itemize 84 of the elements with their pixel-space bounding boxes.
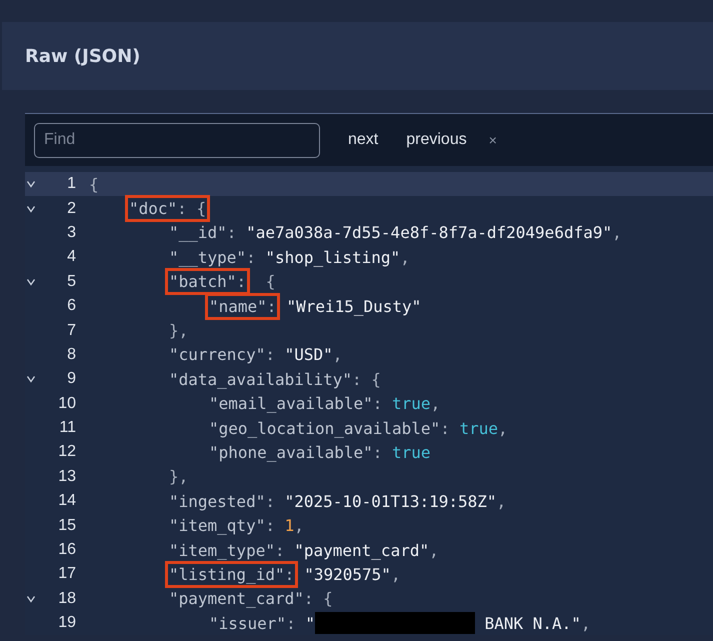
json-punctuation: { [264,272,276,292]
json-value: "shop_listing" [265,248,400,267]
json-key: "email_available" [209,394,373,414]
json-punctuation: }, [169,321,188,340]
chevron-down-icon[interactable] [26,204,36,213]
json-key: "item_type" [169,540,275,560]
json-punctuation: : { [304,589,333,608]
json-punctuation: , [332,345,342,364]
json-punctuation: : [265,345,276,364]
line-number: 4 [66,248,76,266]
json-punctuation: : [226,223,238,242]
json-key: "issuer" [209,614,286,633]
line-number: 2 [66,200,76,218]
line-number: 12 [57,443,76,462]
line-number: 15 [57,516,76,535]
json-key: "item_qty" [169,516,266,536]
highlight-box: "batch": [165,268,250,296]
line-number: 5 [66,272,76,291]
json-punctuation: , [390,564,401,584]
json-key: "data_availability" [169,370,352,389]
json-punctuation: , [294,516,304,536]
json-key: "__type" [169,248,246,267]
chevron-down-icon[interactable] [26,375,36,384]
json-value: 1 [284,516,294,536]
line-number: 18 [57,590,76,608]
previous-button[interactable]: previous [406,127,467,153]
json-punctuation: : [265,516,276,536]
json-key: "currency" [169,345,266,364]
line-number: 19 [57,614,76,632]
line-number: 13 [57,468,76,486]
json-punctuation: , [430,394,440,414]
chevron-down-icon[interactable] [26,180,36,188]
json-key: "geo_location_available" [209,418,440,438]
line-number: 9 [66,370,76,388]
json-key: "__id" [169,223,227,242]
line-number: 1 [66,175,76,194]
json-value: "payment_card" [294,540,430,560]
json-value: true [392,394,431,414]
find-field[interactable]: Find [34,122,320,158]
json-value: "2025-10-01T13:19:58Z" [284,492,497,511]
json-punctuation: , [580,614,591,633]
highlight-box: "listing_id": [165,560,298,588]
json-punctuation: : [265,492,276,511]
json-punctuation: : [286,614,297,633]
close-button[interactable]: × [486,130,499,150]
line-number: 6 [66,297,76,316]
json-punctuation: : [372,394,384,414]
json-punctuation: , [400,248,410,267]
json-value: " [305,614,315,633]
json-punctuation: , [612,223,622,242]
json-punctuation: , [498,418,508,438]
json-value: true [392,442,431,462]
json-punctuation: , [496,492,506,511]
json-punctuation: : { [352,370,381,389]
json-value: "ae7a038a-7d55-4e8f-8f7a-df2049e6dfa9" [246,223,612,242]
json-value: "USD" [284,345,333,364]
line-number: 3 [66,224,76,242]
json-punctuation: : [440,418,451,438]
next-button[interactable]: next [348,127,378,153]
json-value: BANK N.A." [484,614,581,633]
json-value: "3920575" [304,564,391,584]
line-number: 8 [66,346,76,364]
line-number: 10 [57,394,76,413]
line-number: 14 [57,492,76,510]
json-punctuation: : [246,248,257,267]
json-key: "payment_card" [169,589,304,608]
json-key: "ingested" [169,492,266,511]
panel-title: Raw (JSON) [25,46,140,66]
highlight-box: "doc": { [125,195,210,222]
line-number: 7 [66,322,76,340]
line-number: 16 [57,541,76,560]
json-punctuation: }, [169,467,188,486]
json-punctuation: , [429,540,439,560]
json-punctuation: : [372,442,384,462]
json-punctuation: { [89,174,99,194]
json-punctuation: : [274,540,286,560]
highlight-box: "name": [205,292,280,320]
chevron-down-icon[interactable] [26,594,36,603]
json-value: true [459,418,498,438]
json-key: "phone_available" [209,442,373,462]
line-number: 17 [57,565,76,584]
chevron-down-icon[interactable] [26,278,36,286]
json-value: "Wrei15_Dusty" [286,296,422,316]
line-number: 11 [58,419,76,438]
